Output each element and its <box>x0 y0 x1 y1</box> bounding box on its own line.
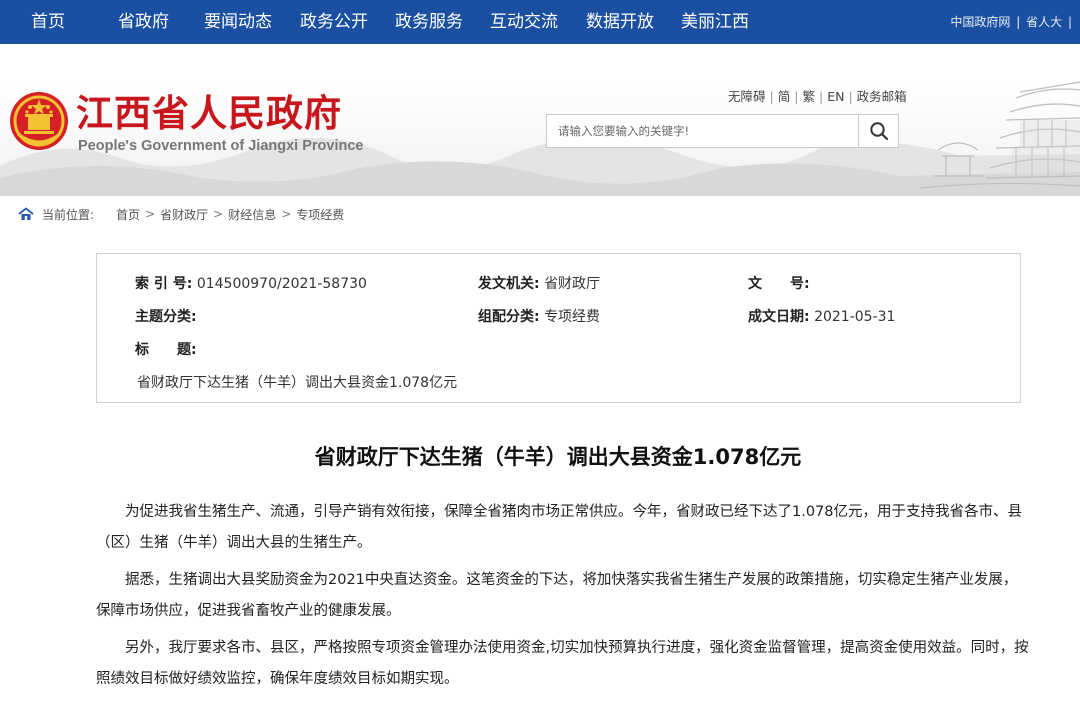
nav-open-data[interactable]: 数据开放 <box>586 0 654 44</box>
meta-category-value: 专项经费 <box>544 309 601 325</box>
pavilion-illustration <box>920 81 1080 189</box>
breadcrumb-finance-dept[interactable]: 省财政厅 <box>160 206 208 223</box>
breadcrumb-home[interactable]: 首页 <box>116 206 140 223</box>
meta-issuer-value: 省财政厅 <box>544 276 601 292</box>
link-china-gov[interactable]: 中国政府网 <box>950 15 1010 29</box>
meta-title-value: 省财政厅下达生猪（牛羊）调出大县资金1.078亿元 <box>137 372 457 392</box>
meta-theme-key: 主题分类: <box>135 309 197 325</box>
national-emblem-icon <box>10 92 68 150</box>
meta-issuer-key: 发文机关: <box>478 276 540 292</box>
meta-index-value: 014500970/2021-58730 <box>196 276 367 292</box>
meta-theme: 主题分类: <box>135 306 197 326</box>
search-icon <box>869 122 888 141</box>
nav-gov-services[interactable]: 政务服务 <box>395 0 463 44</box>
nav-home[interactable]: 首页 <box>31 0 65 44</box>
location-home-icon <box>18 207 34 220</box>
article-paragraph: 据悉，生猪调出大县奖励资金为2021中央直达资金。这笔资金的下达，将加快落实我省… <box>96 572 1018 619</box>
link-simplified[interactable]: 简 <box>778 89 791 104</box>
article-paragraph: 为促进我省生猪生产、流通，引导产销有效衔接，保障全省猪肉市场正常供应。今年，省财… <box>96 504 1023 551</box>
link-traditional[interactable]: 繁 <box>802 89 815 104</box>
meta-title: 标 题: <box>135 339 197 359</box>
meta-title-key: 标 题: <box>135 342 197 358</box>
link-english[interactable]: EN <box>827 89 844 104</box>
top-right-links: 中国政府网 | 省人大 | <box>950 15 1072 29</box>
meta-docno-key: 文 号: <box>748 276 810 292</box>
meta-index-key: 索 引 号: <box>135 276 193 292</box>
meta-docno: 文 号: <box>748 273 810 293</box>
meta-category: 组配分类: 专项经费 <box>478 306 600 326</box>
utility-links: 无障碍 | 简 | 繁 | EN | 政务邮箱 <box>728 89 907 104</box>
site-logo-subtitle: People's Government of Jiangxi Province <box>78 138 364 154</box>
nav-news[interactable]: 要闻动态 <box>204 0 272 44</box>
breadcrumb-special-funds[interactable]: 专项经费 <box>296 206 344 223</box>
meta-issuer: 发文机关: 省财政厅 <box>478 273 600 293</box>
breadcrumb-separator: > <box>145 207 156 221</box>
nav-beautiful-jiangxi[interactable]: 美丽江西 <box>681 0 749 44</box>
breadcrumb: 当前位置: 首页 > 省财政厅 > 财经信息 > 专项经费 <box>18 204 344 224</box>
search-box <box>546 114 899 148</box>
nav-provincial-government[interactable]: 省政府 <box>118 0 169 44</box>
meta-date-value: 2021-05-31 <box>814 309 896 325</box>
link-gov-mailbox[interactable]: 政务邮箱 <box>857 89 907 104</box>
meta-title-text: 省财政厅下达生猪（牛羊）调出大县资金1.078亿元 <box>137 375 458 391</box>
breadcrumb-finance-info[interactable]: 财经信息 <box>228 206 276 223</box>
meta-index: 索 引 号: 014500970/2021-58730 <box>135 273 367 293</box>
meta-category-key: 组配分类: <box>478 309 540 325</box>
search-button[interactable] <box>858 115 898 147</box>
meta-date-key: 成文日期: <box>748 309 810 325</box>
search-input[interactable] <box>547 115 859 147</box>
nav-gov-affairs-open[interactable]: 政务公开 <box>300 0 368 44</box>
document-meta-box: 索 引 号: 014500970/2021-58730 发文机关: 省财政厅 文… <box>96 253 1021 403</box>
breadcrumb-separator: > <box>213 207 224 221</box>
nav-interaction[interactable]: 互动交流 <box>490 0 558 44</box>
link-provincial-congress[interactable]: 省人大 <box>1026 15 1062 29</box>
header-banner: 江西省人民政府 People's Government of Jiangxi P… <box>0 44 1080 196</box>
top-nav: 首页 省政府 要闻动态 政务公开 政务服务 互动交流 数据开放 美丽江西 中国政… <box>0 0 1080 44</box>
breadcrumb-label: 当前位置: <box>42 207 95 222</box>
meta-date: 成文日期: 2021-05-31 <box>748 306 895 326</box>
breadcrumb-separator: > <box>281 207 292 221</box>
link-accessibility[interactable]: 无障碍 <box>728 89 766 104</box>
article-title: 省财政厅下达生猪（牛羊）调出大县资金1.078亿元 <box>314 445 802 469</box>
site-logo-title[interactable]: 江西省人民政府 <box>76 92 342 134</box>
article-paragraph: 另外，我厅要求各市、县区，严格按照专项资金管理办法使用资金,切实加快预算执行进度… <box>96 640 1029 687</box>
